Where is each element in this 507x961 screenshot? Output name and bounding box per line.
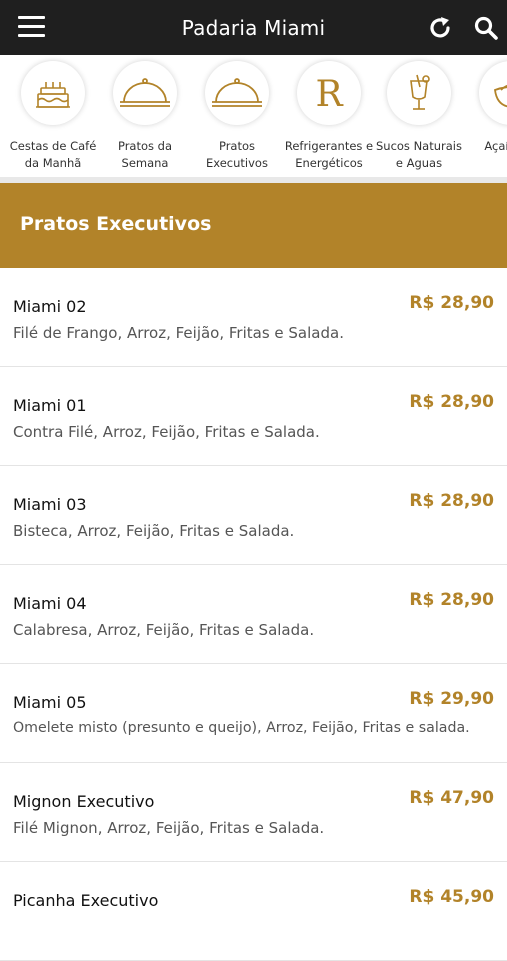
category-label: Pratos da Semana	[117, 139, 173, 170]
category-label: Cestas de Café da Manhã	[9, 139, 97, 170]
category-pratos-semana[interactable]: Pratos da Semana	[99, 61, 191, 172]
svg-text:R: R	[315, 74, 343, 112]
item-price: R$ 29,90	[409, 689, 494, 709]
item-name: Mignon Executivo	[13, 792, 155, 811]
item-description: Calabresa, Arroz, Feijão, Fritas e Salad…	[13, 621, 315, 639]
category-acai[interactable]: Açaí e Sh	[465, 61, 507, 155]
item-price: R$ 28,90	[409, 491, 494, 511]
item-description: Contra Filé, Arroz, Feijão, Fritas e Sal…	[13, 423, 320, 441]
list-item[interactable]: Miami 03 Bisteca, Arroz, Feijão, Fritas …	[0, 466, 507, 565]
cloche-icon	[113, 61, 177, 125]
section-title: Pratos Executivos	[20, 213, 212, 235]
category-label: Pratos Executivos	[206, 139, 268, 170]
item-price: R$ 28,90	[409, 293, 494, 313]
cake-icon	[21, 61, 85, 125]
category-cestas[interactable]: Cestas de Café da Manhã	[7, 61, 99, 172]
category-label: Açaí e Sh	[484, 139, 507, 153]
item-name: Picanha Executivo	[13, 891, 159, 910]
category-refrigerantes[interactable]: R Refrigerantes e Energéticos	[283, 61, 375, 172]
item-price: R$ 28,90	[409, 392, 494, 412]
item-price: R$ 45,90	[409, 887, 494, 907]
cocktail-icon	[387, 61, 451, 125]
item-description: Omelete misto (presunto e queijo), Arroz…	[13, 720, 470, 736]
top-app-bar: Padaria Miami	[0, 0, 507, 55]
item-description: Filé de Frango, Arroz, Feijão, Fritas e …	[13, 324, 344, 342]
category-carousel[interactable]: Cestas de Café da Manhã Pratos da Semana…	[0, 55, 507, 177]
item-description: Bisteca, Arroz, Feijão, Fritas e Salada.	[13, 522, 295, 540]
letter-r-icon: R	[297, 61, 361, 125]
category-label: Sucos Naturais e Aguas	[375, 139, 462, 170]
list-item[interactable]: Miami 02 Filé de Frango, Arroz, Feijão, …	[0, 268, 507, 367]
list-item[interactable]: Miami 05 Omelete misto (presunto e queij…	[0, 664, 507, 763]
list-item[interactable]: Picanha Executivo R$ 45,90	[0, 862, 507, 961]
item-price: R$ 28,90	[409, 590, 494, 610]
item-name: Miami 03	[13, 495, 87, 514]
item-name: Miami 04	[13, 594, 87, 613]
item-price: R$ 47,90	[409, 788, 494, 808]
item-name: Miami 02	[13, 297, 87, 316]
bowl-icon	[479, 61, 507, 125]
item-description: Filé Mignon, Arroz, Feijão, Fritas e Sal…	[13, 819, 325, 837]
category-sucos[interactable]: Sucos Naturais e Aguas	[373, 61, 465, 172]
refresh-icon[interactable]	[427, 15, 453, 41]
section-header: Pratos Executivos	[0, 183, 507, 268]
item-name: Miami 05	[13, 693, 87, 712]
menu-item-list: Miami 02 Filé de Frango, Arroz, Feijão, …	[0, 268, 507, 961]
list-item[interactable]: Miami 01 Contra Filé, Arroz, Feijão, Fri…	[0, 367, 507, 466]
list-item[interactable]: Miami 04 Calabresa, Arroz, Feijão, Frita…	[0, 565, 507, 664]
category-label: Refrigerantes e Energéticos	[284, 139, 374, 170]
item-name: Miami 01	[13, 396, 87, 415]
cloche-icon	[205, 61, 269, 125]
search-icon[interactable]	[473, 15, 499, 41]
list-item[interactable]: Mignon Executivo Filé Mignon, Arroz, Fei…	[0, 763, 507, 862]
category-pratos-executivos[interactable]: Pratos Executivos	[191, 61, 283, 172]
